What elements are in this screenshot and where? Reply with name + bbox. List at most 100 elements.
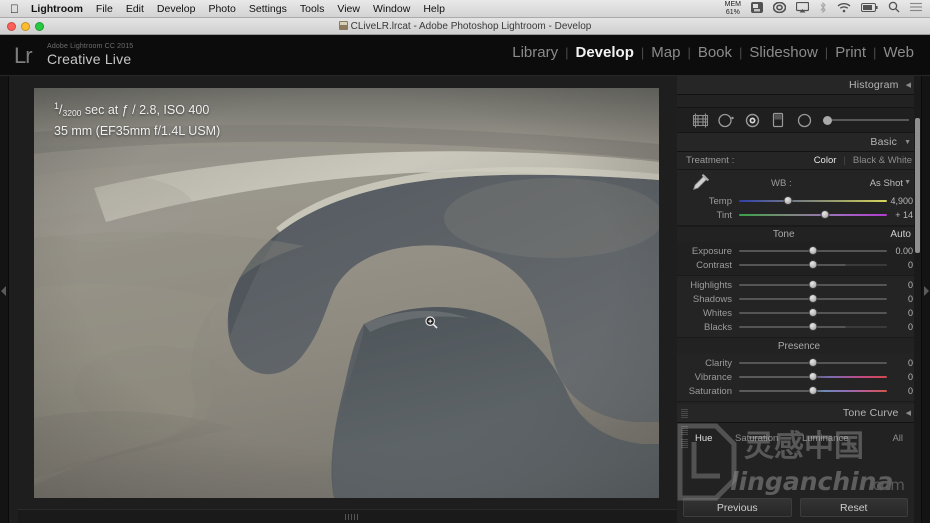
- slider-track-shadows[interactable]: [739, 294, 887, 304]
- slider-row-saturation[interactable]: Saturation 0: [677, 384, 921, 398]
- tone-auto-button[interactable]: Auto: [890, 229, 911, 240]
- tone-group-detail: Highlights 0 Shadows 0 Whites 0 Blacks 0: [677, 276, 921, 338]
- brush-size-knob[interactable]: [823, 115, 832, 125]
- brush-size-track[interactable]: [832, 119, 909, 121]
- triangle-left-icon[interactable]: ◀: [906, 81, 911, 89]
- slider-row-tint[interactable]: Tint + 14: [677, 208, 921, 222]
- notification-center-icon[interactable]: [910, 2, 922, 15]
- reset-button[interactable]: Reset: [799, 498, 908, 517]
- slider-track-tint[interactable]: [739, 210, 887, 220]
- histogram-panel-header[interactable]: Histogram ◀: [677, 76, 921, 95]
- slider-row-clarity[interactable]: Clarity 0: [677, 356, 921, 370]
- right-panel: Histogram ◀ Basic ▼ Treatment: Color | …: [677, 76, 921, 523]
- slider-knob-temp[interactable]: [783, 196, 793, 205]
- slider-track-exposure[interactable]: [739, 246, 887, 256]
- slider-row-exposure[interactable]: Exposure 0.00: [677, 244, 921, 258]
- basic-panel-header[interactable]: Basic ▼: [677, 133, 921, 152]
- crop-overlay-tool[interactable]: [687, 110, 713, 130]
- menu-item-photo[interactable]: Photo: [208, 3, 235, 15]
- slider-track-whites[interactable]: [739, 308, 887, 318]
- basic-title: Basic: [870, 136, 898, 148]
- slider-row-vibrance[interactable]: Vibrance 0: [677, 370, 921, 384]
- airplay-icon[interactable]: [795, 1, 810, 16]
- slider-knob-contrast[interactable]: [808, 260, 818, 269]
- treatment-row: Treatment : Color | Black & White: [677, 152, 921, 170]
- slider-row-whites[interactable]: Whites 0: [677, 306, 921, 320]
- module-slideshow[interactable]: Slideshow: [749, 44, 817, 61]
- module-book[interactable]: Book: [698, 44, 732, 61]
- menu-item-tools[interactable]: Tools: [300, 3, 325, 15]
- slider-knob-tint[interactable]: [820, 210, 830, 219]
- slider-track-highlights[interactable]: [739, 280, 887, 290]
- scrollbar-thumb[interactable]: [915, 118, 920, 253]
- right-panel-toggle[interactable]: [921, 76, 930, 523]
- graduated-filter-tool[interactable]: [765, 110, 791, 130]
- menu-bar-status-area: MEM 61%: [725, 1, 922, 16]
- slider-knob-exposure[interactable]: [808, 246, 818, 255]
- search-icon[interactable]: [888, 1, 900, 16]
- slider-knob-blacks[interactable]: [808, 322, 818, 331]
- wifi-icon[interactable]: [837, 2, 851, 16]
- left-panel-toggle[interactable]: [0, 76, 9, 523]
- drive-icon[interactable]: [751, 1, 763, 16]
- white-balance-eyedropper[interactable]: [687, 173, 710, 195]
- menu-item-settings[interactable]: Settings: [249, 3, 287, 15]
- hsl-tab-hue[interactable]: Hue: [695, 433, 712, 444]
- slider-row-blacks[interactable]: Blacks 0: [677, 320, 921, 334]
- slider-track-blacks[interactable]: [739, 322, 887, 332]
- triangle-down-icon[interactable]: ▼: [904, 139, 911, 146]
- hsl-tab-all[interactable]: All: [892, 433, 903, 444]
- slider-knob-vibrance[interactable]: [808, 372, 818, 381]
- module-library[interactable]: Library: [512, 44, 558, 61]
- slider-knob-saturation[interactable]: [808, 386, 818, 395]
- creative-cloud-icon[interactable]: [772, 1, 787, 16]
- slider-row-highlights[interactable]: Highlights 0: [677, 278, 921, 292]
- white-balance-value[interactable]: As Shot: [870, 178, 903, 189]
- slider-track-vibrance[interactable]: [739, 372, 887, 382]
- slider-track-contrast[interactable]: [739, 260, 887, 270]
- menu-item-help[interactable]: Help: [423, 3, 445, 15]
- slider-knob-highlights[interactable]: [808, 280, 818, 289]
- tone-curve-panel-header[interactable]: Tone Curve ◀: [677, 404, 921, 423]
- menu-item-view[interactable]: View: [337, 3, 360, 15]
- hsl-tab-luminance[interactable]: Luminance: [802, 433, 848, 444]
- photo-frame[interactable]: 1/3200 sec at ƒ / 2.8, ISO 400 35 mm (EF…: [34, 88, 659, 498]
- slider-row-shadows[interactable]: Shadows 0: [677, 292, 921, 306]
- bluetooth-icon[interactable]: [819, 1, 827, 16]
- module-print[interactable]: Print: [835, 44, 866, 61]
- slider-row-contrast[interactable]: Contrast 0: [677, 258, 921, 272]
- module-map[interactable]: Map: [651, 44, 680, 61]
- triangle-left-icon[interactable]: ◀: [906, 409, 911, 417]
- slider-knob-clarity[interactable]: [808, 358, 818, 367]
- hsl-tab-saturation[interactable]: Saturation: [735, 433, 778, 444]
- slider-row-temp[interactable]: Temp 4,900: [677, 194, 921, 208]
- memory-icon[interactable]: MEM 61%: [725, 1, 741, 16]
- treatment-option-color[interactable]: Color: [814, 155, 837, 166]
- slider-track-saturation[interactable]: [739, 386, 887, 396]
- spot-removal-tool[interactable]: [713, 110, 739, 130]
- module-web[interactable]: Web: [883, 44, 914, 61]
- battery-icon[interactable]: [861, 2, 878, 15]
- radial-filter-tool[interactable]: [791, 110, 817, 130]
- menu-item-edit[interactable]: Edit: [126, 3, 144, 15]
- menu-item-file[interactable]: File: [96, 3, 113, 15]
- right-panel-scrollbar[interactable]: [914, 76, 921, 523]
- menu-item-develop[interactable]: Develop: [157, 3, 196, 15]
- identity-plate[interactable]: Adobe Lightroom CC 2015 Creative Live: [47, 42, 133, 68]
- previous-button[interactable]: Previous: [683, 498, 792, 517]
- red-eye-tool[interactable]: [739, 110, 765, 130]
- slider-track-clarity[interactable]: [739, 358, 887, 368]
- canvas-toolbar[interactable]: [18, 509, 686, 523]
- slider-knob-whites[interactable]: [808, 308, 818, 317]
- menu-item-window[interactable]: Window: [373, 3, 410, 15]
- menu-item-lightroom[interactable]: Lightroom: [31, 3, 83, 15]
- image-canvas[interactable]: 1/3200 sec at ƒ / 2.8, ISO 400 35 mm (EF…: [9, 76, 686, 523]
- brush-size-slider[interactable]: [823, 115, 909, 125]
- apple-icon[interactable]: : [10, 3, 19, 15]
- triangle-down-icon[interactable]: ▼: [904, 179, 911, 186]
- slider-knob-shadows[interactable]: [808, 294, 818, 303]
- slider-track-temp[interactable]: [739, 196, 887, 206]
- treatment-option-black-and-white[interactable]: Black & White: [853, 155, 912, 166]
- chevron-left-icon: [924, 286, 929, 296]
- module-develop[interactable]: Develop: [576, 44, 634, 61]
